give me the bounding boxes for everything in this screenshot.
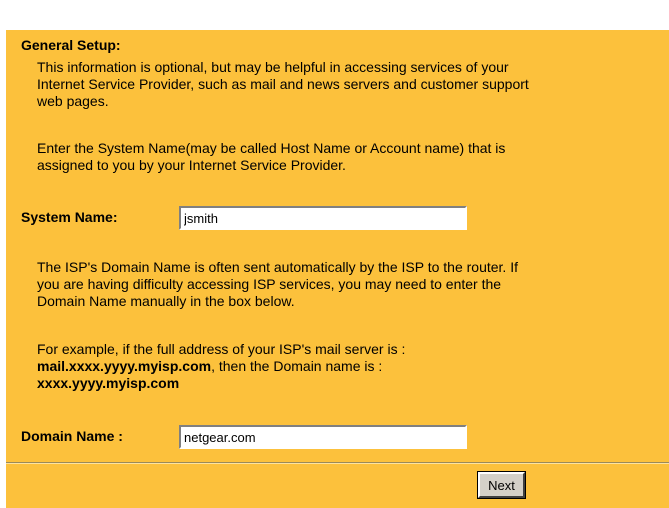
intro-line-1: This information is optional, but may be… [37, 59, 509, 75]
domain-info-line-3: Domain Name manually in the box below. [37, 293, 295, 309]
intro-line-2: Internet Service Provider, such as mail … [37, 76, 529, 92]
example-then-text: , then the Domain name is : [211, 358, 383, 374]
example-domain: xxxx.yyyy.myisp.com [37, 375, 180, 391]
next-button[interactable]: Next [477, 471, 526, 499]
example-line-1: For example, if the full address of your… [37, 341, 406, 357]
domain-name-label: Domain Name : [21, 428, 123, 444]
example-line-2: mail.xxxx.yyyy.myisp.com, then the Domai… [37, 358, 382, 375]
domain-info-line-1: The ISP's Domain Name is often sent auto… [37, 259, 518, 275]
example-server: mail.xxxx.yyyy.myisp.com [37, 358, 212, 374]
general-setup-heading: General Setup: [21, 37, 121, 53]
system-name-label: System Name: [21, 209, 118, 225]
domain-name-input[interactable] [179, 425, 467, 449]
enter-line-2: assigned to you by your Internet Service… [37, 157, 346, 173]
system-name-input[interactable] [179, 206, 467, 230]
enter-line-1: Enter the System Name(may be called Host… [37, 140, 506, 156]
example-line-3: xxxx.yyyy.myisp.com [37, 375, 179, 392]
intro-line-3: web pages. [37, 93, 109, 109]
divider [6, 462, 669, 464]
domain-info-line-2: you are having difficulty accessing ISP … [37, 276, 502, 292]
